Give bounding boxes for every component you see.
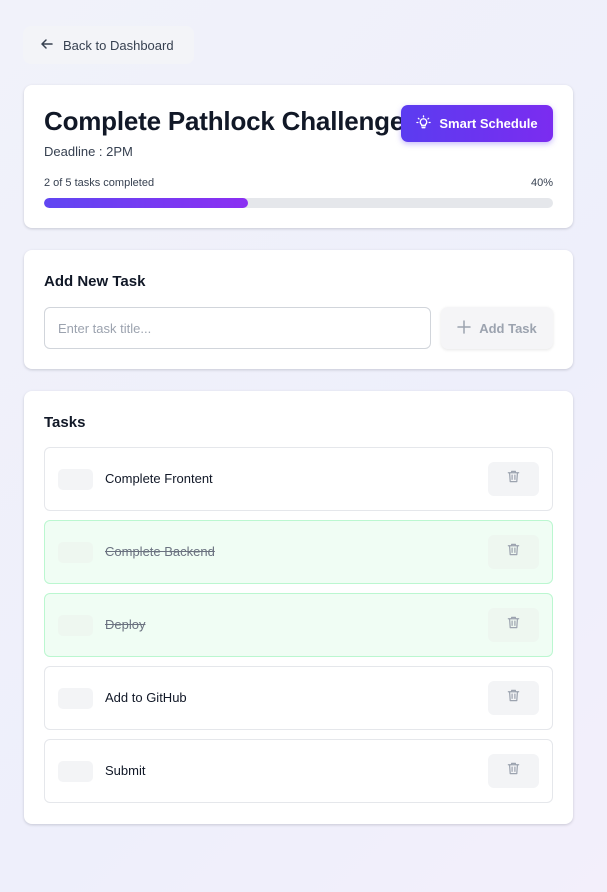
back-label: Back to Dashboard [63,37,174,53]
task-title: Deploy [105,617,146,632]
task-row: Deploy [44,593,553,657]
smart-schedule-label: Smart Schedule [439,116,538,131]
tasks-card: Tasks Complete Frontent Complete Backend D… [24,391,573,824]
plus-icon [457,319,471,337]
deadline-text: Deadline : 2PM [44,144,133,159]
progress-percent: 40% [530,177,553,189]
delete-task-button[interactable] [488,681,539,715]
delete-task-button[interactable] [488,608,539,642]
task-row: Complete Backend [44,520,553,584]
task-title-input[interactable] [44,307,431,349]
progress-bar-fill [44,198,248,208]
tasks-heading: Tasks [44,414,86,431]
delete-task-button[interactable] [488,754,539,788]
task-title: Complete Frontent [105,471,213,486]
task-list: Complete Frontent Complete Backend Deploy A… [44,447,553,812]
arrow-left-icon [39,36,55,55]
project-header-card: Complete Pathlock Challenge Deadline : 2… [24,85,573,228]
task-title: Complete Backend [105,544,215,559]
task-complete-toggle[interactable] [58,688,93,709]
progress-text: 2 of 5 tasks completed [44,177,155,189]
back-to-dashboard-button[interactable]: Back to Dashboard [23,26,194,64]
task-title: Submit [105,763,146,778]
task-complete-toggle[interactable] [58,542,93,563]
trash-icon [506,761,521,781]
lightbulb-icon [416,114,432,133]
progress-bar [44,198,553,208]
delete-task-button[interactable] [488,462,539,496]
add-task-card: Add New Task Add Task [24,250,573,369]
task-title: Add to GitHub [105,690,187,705]
smart-schedule-button[interactable]: Smart Schedule [401,105,553,142]
project-title: Complete Pathlock Challenge [44,106,405,136]
task-complete-toggle[interactable] [58,615,93,636]
task-row: Complete Frontent [44,447,553,511]
add-task-heading: Add New Task [44,273,146,290]
add-task-button[interactable]: Add Task [441,307,553,349]
trash-icon [506,615,521,635]
trash-icon [506,542,521,562]
task-row: Submit [44,739,553,803]
trash-icon [506,688,521,708]
task-row: Add to GitHub [44,666,553,730]
delete-task-button[interactable] [488,535,539,569]
add-task-label: Add Task [479,320,537,336]
task-complete-toggle[interactable] [58,469,93,490]
trash-icon [506,469,521,489]
task-complete-toggle[interactable] [58,761,93,782]
